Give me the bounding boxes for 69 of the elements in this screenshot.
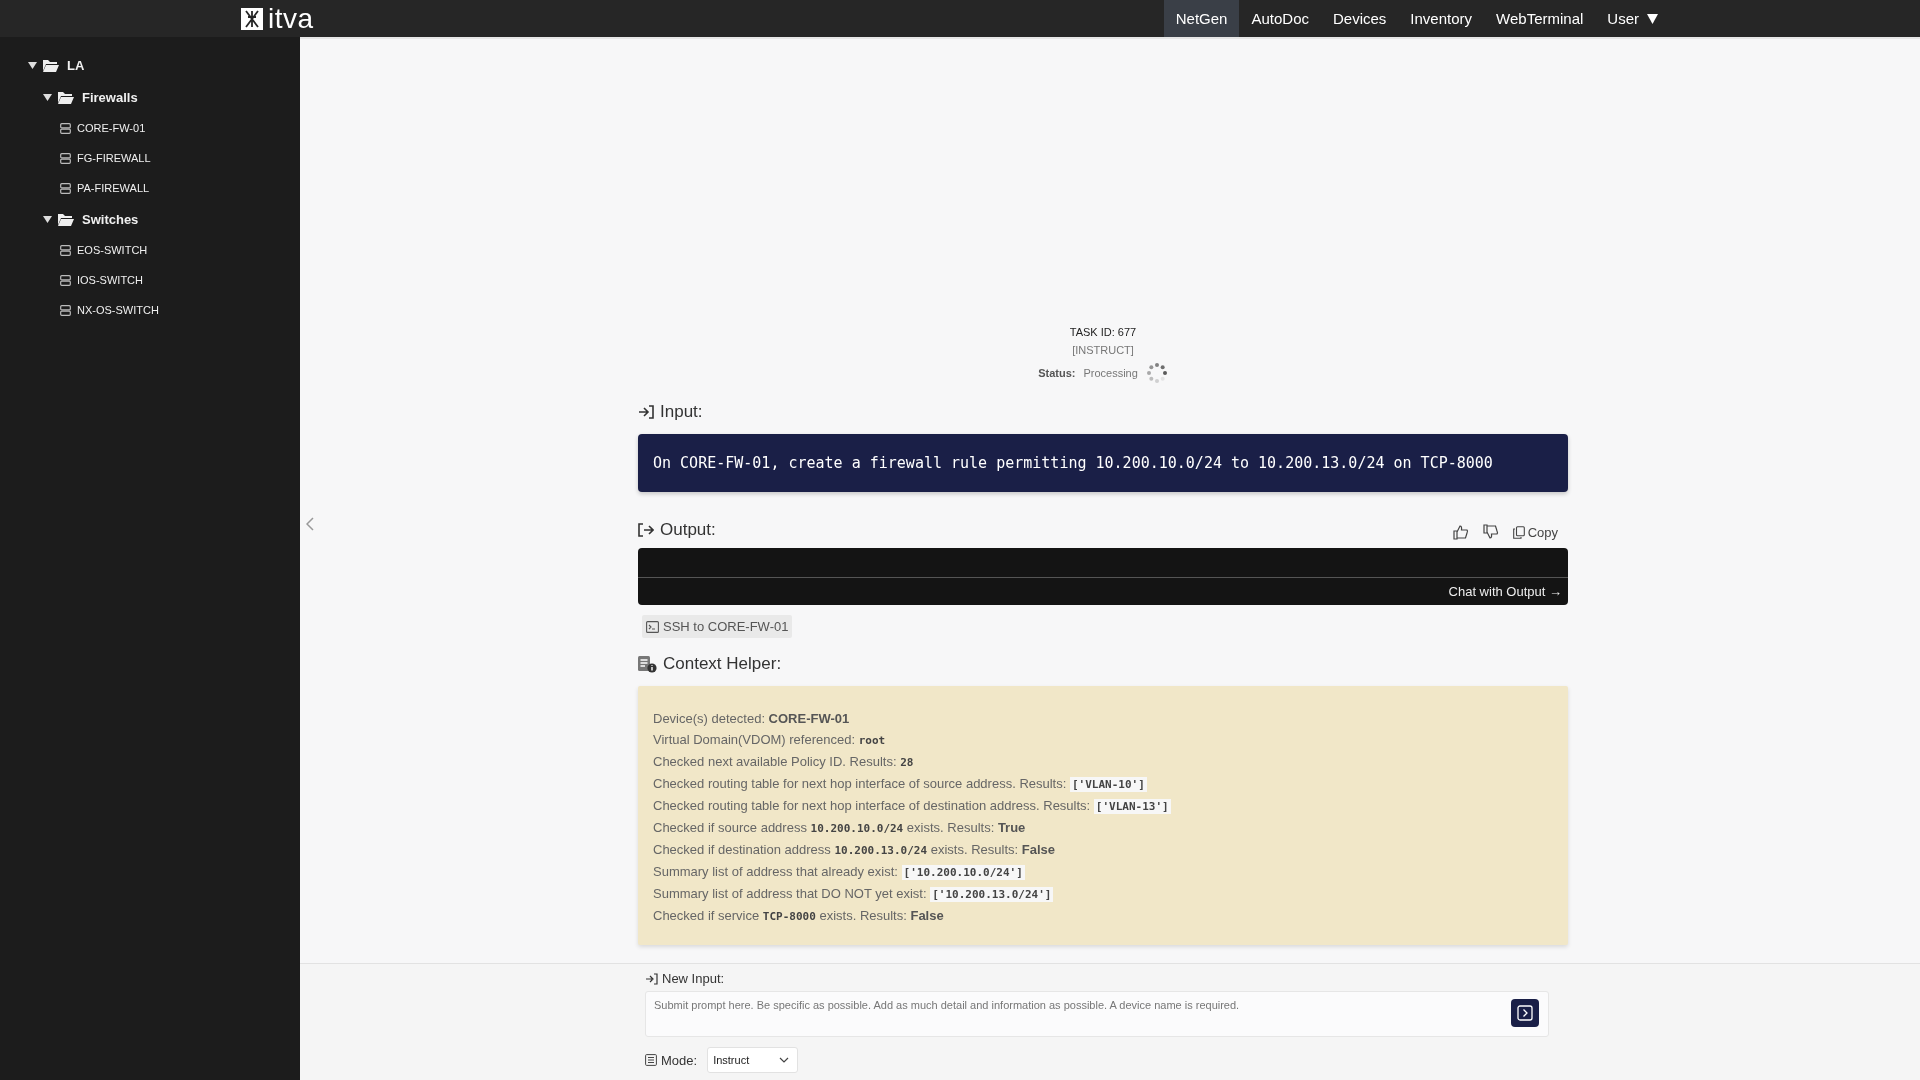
copy-button[interactable]: Copy [1512, 524, 1558, 540]
context-line: Summary list of address that DO NOT yet exist: ['10.200.13.0/24'] [653, 885, 1055, 904]
folder-label[interactable]: LA [67, 57, 85, 73]
submit-button[interactable] [1511, 999, 1539, 1027]
sign-in-icon [645, 972, 658, 985]
chevron-left-icon[interactable] [306, 517, 314, 531]
folder-icon [43, 58, 59, 72]
expand-caret-icon[interactable] [28, 61, 37, 69]
task-mode: [INSTRUCT] [1072, 344, 1134, 356]
chat-link[interactable]: Chat with Output → [1448, 584, 1562, 599]
expand-caret-icon[interactable] [43, 215, 52, 223]
prompt-text: On CORE-FW-01, create a firewall rule permitting 10.200.10.0/24 to 10.200.13.0/24 on TCP-8000 [638, 434, 1568, 492]
sign-in-icon [638, 405, 654, 419]
folder-label[interactable]: Firewalls [82, 89, 138, 105]
document-info-icon [638, 655, 657, 673]
server-icon [60, 122, 71, 134]
context-line: Checked if service TCP-8000 exists. Results: False [653, 907, 945, 925]
new-input-label: New Input: [662, 971, 725, 986]
thumbs-down-icon[interactable] [1482, 524, 1499, 540]
folder-label[interactable]: Switches [82, 211, 139, 227]
context-line: Checked routing table for next hop interface of source address. Results: ['VLAN-10'] [653, 775, 1148, 794]
ssh-button[interactable]: SSH to CORE-FW-01 [642, 615, 793, 638]
output-heading: Output: [660, 520, 716, 540]
logo-icon [240, 6, 264, 31]
server-icon [60, 182, 71, 194]
context-line: Checked if source address 10.200.10.0/24 exists. Results: True [653, 819, 1027, 837]
server-icon [60, 304, 71, 316]
nav-tab[interactable]: WebTerminal [1484, 0, 1596, 37]
spinner-icon [1145, 362, 1168, 384]
copy-icon [1512, 525, 1525, 539]
context-line: Checked next available Policy ID. Results: 28 [653, 753, 915, 771]
context-line: Virtual Domain(VDOM) referenced: root [653, 731, 887, 749]
device-item[interactable]: PA-FIREWALL [77, 182, 150, 194]
device-item[interactable]: EOS-SWITCH [77, 244, 148, 256]
terminal-icon [646, 620, 659, 633]
device-item[interactable]: IOS-SWITCH [77, 274, 143, 286]
input-heading: Input: [660, 402, 703, 422]
nav-tab[interactable]: User [1595, 0, 1670, 37]
server-icon [60, 244, 71, 256]
folder-icon [58, 90, 74, 104]
expand-caret-icon[interactable] [43, 93, 52, 101]
sign-out-icon [638, 523, 654, 537]
nav-tab[interactable]: Devices [1321, 0, 1399, 37]
nav-tab[interactable]: AutoDoc [1239, 0, 1321, 37]
context-line: Summary list of address that already exist: ['10.200.10.0/24'] [653, 863, 1026, 882]
chevron-down-icon [779, 1057, 790, 1063]
thumbs-up-icon[interactable] [1452, 524, 1469, 540]
nav-tab[interactable]: Inventory [1398, 0, 1485, 37]
caret-icon [1647, 13, 1658, 24]
prompt-field[interactable]: Submit prompt here. Be specific as possible. Add as much detail and information as possible. A device name is required. [645, 991, 1549, 1037]
list-icon [645, 1054, 657, 1066]
mode-label: Mode: [661, 1052, 698, 1068]
context-helper-heading: Context Helper: [663, 654, 782, 674]
device-item[interactable]: NX-OS-SWITCH [77, 304, 159, 316]
context-line: Device(s) detected: CORE-FW-01 [653, 710, 851, 728]
status-value: Processing [1083, 367, 1138, 379]
chevron-right-icon [1517, 1005, 1533, 1021]
task-id: TASK ID: 677 [1069, 326, 1137, 338]
server-icon [60, 152, 71, 164]
folder-icon [58, 212, 74, 226]
server-icon [60, 274, 71, 286]
context-line: Checked if destination address 10.200.13.0/24 exists. Results: False [653, 841, 1056, 859]
nav-tab[interactable]: NetGen [1163, 0, 1240, 37]
context-line: Checked routing table for next hop interface of destination address. Results: ['VLAN-13'] [653, 797, 1172, 816]
mode-select[interactable]: Instruct [707, 1047, 799, 1073]
device-item[interactable]: CORE-FW-01 [77, 122, 146, 134]
status-label: Status: [1038, 367, 1076, 379]
brand-name: itva [268, 3, 314, 34]
device-item[interactable]: FG-FIREWALL [77, 152, 151, 164]
